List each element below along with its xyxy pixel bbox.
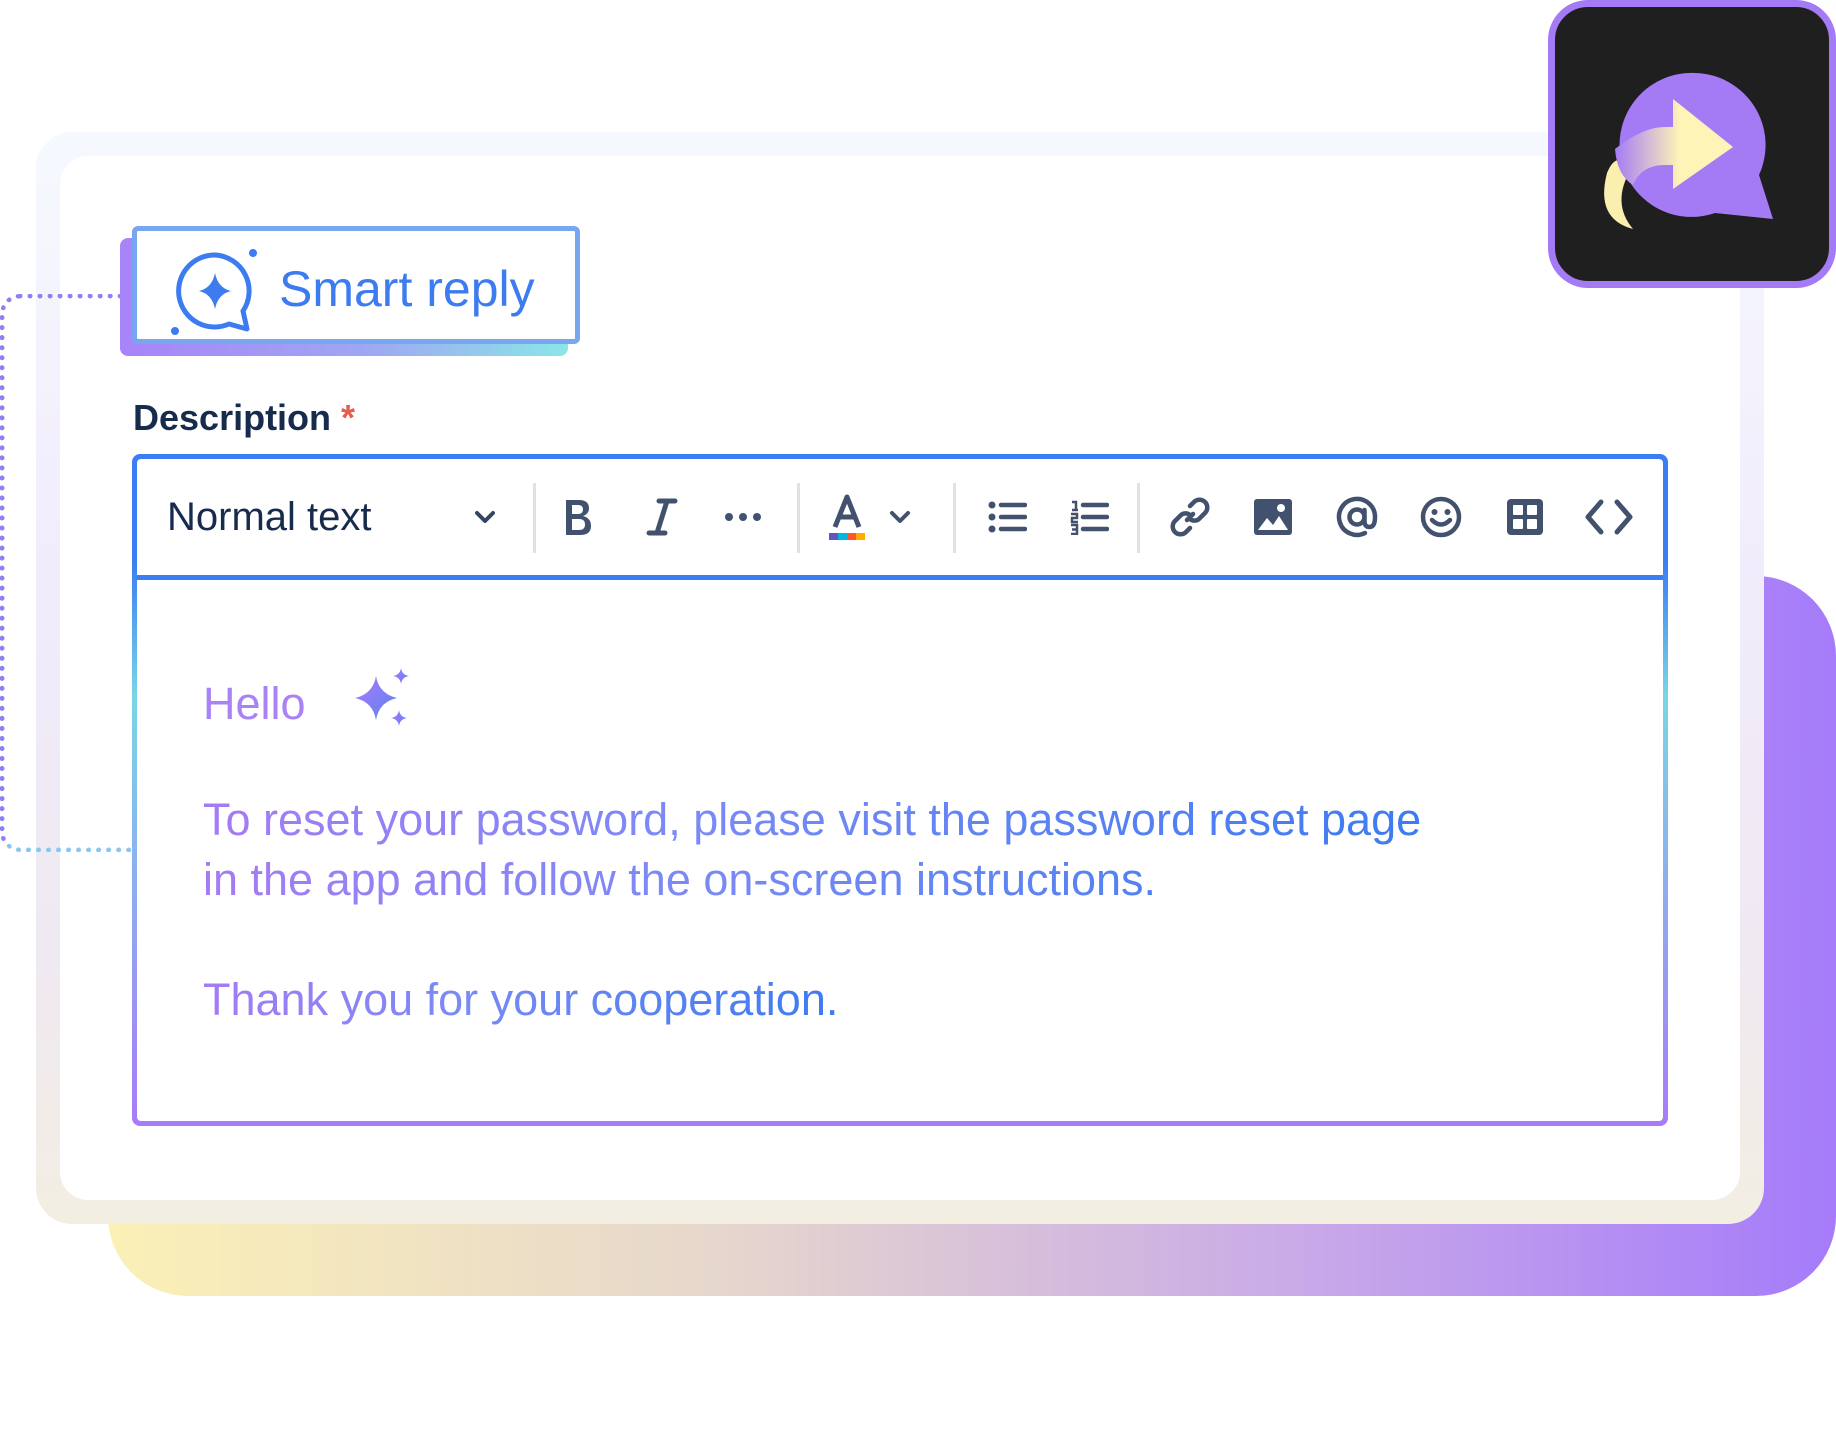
- insert-image-button[interactable]: [1245, 489, 1301, 545]
- body-line: To reset your password, please visit the…: [203, 794, 1422, 845]
- ai-sparkle-icon: [349, 666, 415, 737]
- toolbar-separator: [1137, 483, 1140, 553]
- emoji-icon: [1419, 495, 1463, 539]
- bold-icon: [557, 495, 597, 539]
- description-label-text: Description: [133, 397, 332, 438]
- link-icon: [1169, 496, 1211, 538]
- mention-icon: [1335, 495, 1379, 539]
- editor-content[interactable]: Hello To reset your password, please vis…: [137, 580, 1663, 1121]
- table-icon: [1505, 497, 1545, 537]
- body-paragraph: To reset your password, please visit the…: [203, 790, 1421, 910]
- description-editor: Normal text Hello To reset your password…: [132, 454, 1668, 1126]
- code-button[interactable]: [1581, 489, 1637, 545]
- bullet-list-button[interactable]: [979, 489, 1035, 545]
- bullet-list-icon: [987, 499, 1027, 535]
- numbered-list-button[interactable]: [1061, 489, 1117, 545]
- text-style-dropdown[interactable]: Normal text: [167, 489, 497, 545]
- chevron-down-icon: [471, 503, 499, 531]
- reply-bubble-arrow-icon: [1604, 72, 1773, 229]
- mention-button[interactable]: [1329, 489, 1385, 545]
- smart-reply-button[interactable]: Smart reply: [132, 226, 580, 344]
- text-color-icon: [827, 493, 867, 541]
- editor-toolbar: Normal text: [137, 459, 1663, 580]
- image-icon: [1253, 498, 1293, 536]
- greeting-text: Hello: [203, 678, 306, 729]
- toolbar-separator: [953, 483, 956, 553]
- link-button[interactable]: [1162, 489, 1218, 545]
- chevron-down-icon: [887, 504, 913, 530]
- more-icon: [723, 511, 763, 523]
- smart-reply-sparkle-chat-icon: [167, 243, 263, 339]
- editor-surface: Normal text Hello To reset your password…: [137, 459, 1663, 1121]
- italic-icon: [642, 495, 682, 539]
- italic-button[interactable]: [634, 489, 690, 545]
- toolbar-separator: [797, 483, 800, 553]
- text-style-label: Normal text: [167, 494, 372, 539]
- smart-reply-label: Smart reply: [279, 261, 535, 317]
- numbered-list-icon: [1069, 499, 1109, 535]
- more-formatting-button[interactable]: [715, 489, 771, 545]
- text-color-button[interactable]: [827, 489, 931, 545]
- code-icon: [1585, 498, 1633, 536]
- insert-table-button[interactable]: [1497, 489, 1553, 545]
- dotted-connector: [0, 294, 138, 852]
- closing-text: Thank you for your cooperation.: [203, 970, 838, 1030]
- required-indicator: *: [341, 397, 356, 438]
- toolbar-separator: [533, 483, 536, 553]
- app-logo: [1548, 0, 1836, 288]
- description-label: Description *: [133, 396, 355, 440]
- emoji-button[interactable]: [1413, 489, 1469, 545]
- body-line: in the app and follow the on-screen inst…: [203, 854, 1157, 905]
- bold-button[interactable]: [549, 489, 605, 545]
